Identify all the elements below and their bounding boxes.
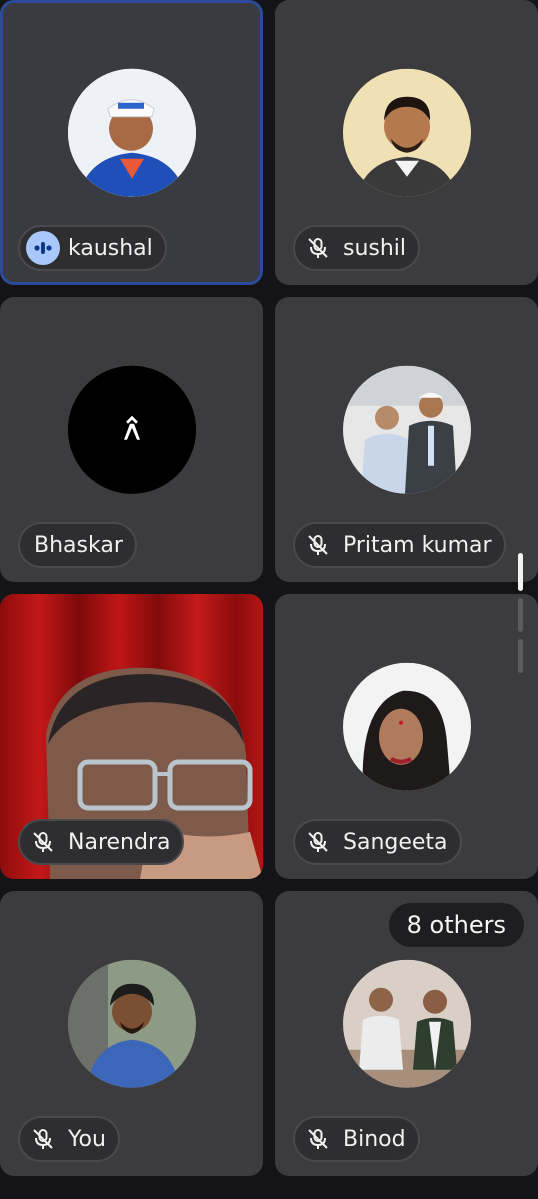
participant-tile-sangeeta[interactable]: Sangeeta xyxy=(275,594,538,879)
participant-name: Sangeeta xyxy=(343,829,448,855)
avatar xyxy=(342,365,471,494)
participant-name: kaushal xyxy=(68,235,153,261)
mic-off-icon xyxy=(26,825,60,859)
participant-tile-narendra[interactable]: Narendra xyxy=(0,594,263,879)
participant-name: Narendra xyxy=(68,829,171,855)
participant-name: Bhaskar xyxy=(34,532,123,558)
participant-name: You xyxy=(68,1126,106,1152)
mic-off-icon xyxy=(301,528,335,562)
scrollbar-track-segment xyxy=(518,639,523,673)
participant-nameplate: sushil xyxy=(293,225,421,271)
scrollbar-thumb[interactable] xyxy=(518,553,523,591)
mic-off-icon xyxy=(301,825,335,859)
mic-off-icon xyxy=(301,231,335,265)
participant-name: Binod xyxy=(343,1126,406,1152)
participant-nameplate: Sangeeta xyxy=(293,819,462,865)
mic-off-icon xyxy=(301,1122,335,1156)
participant-nameplate: Narendra xyxy=(18,819,185,865)
participant-tile-bhaskar[interactable]: Bhaskar xyxy=(0,297,263,582)
participant-nameplate: You xyxy=(18,1116,120,1162)
avatar xyxy=(67,365,196,494)
avatar xyxy=(342,68,471,197)
avatar xyxy=(67,68,196,197)
participant-tile-you[interactable]: You xyxy=(0,891,263,1176)
avatar xyxy=(67,959,196,1088)
participant-nameplate: Bhaskar xyxy=(18,522,137,568)
participant-tile-sushil[interactable]: sushil xyxy=(275,0,538,285)
participant-nameplate: Binod xyxy=(293,1116,420,1162)
participant-nameplate: kaushal xyxy=(18,225,167,271)
participant-tile-kaushal[interactable]: kaushal xyxy=(0,0,263,285)
participant-nameplate: Pritam kumar xyxy=(293,522,506,568)
scrollbar-track-segment xyxy=(518,598,523,632)
participant-tile-pritam-kumar[interactable]: Pritam kumar xyxy=(275,297,538,582)
avatar xyxy=(342,959,471,1088)
mic-off-icon xyxy=(26,1122,60,1156)
avatar xyxy=(342,662,471,791)
participant-name: Pritam kumar xyxy=(343,532,492,558)
participant-name: sushil xyxy=(343,235,407,261)
next-row-partial xyxy=(0,1186,538,1199)
speaking-indicator-icon xyxy=(26,231,60,265)
others-count-badge[interactable]: 8 others xyxy=(388,903,524,947)
participant-tile-binod[interactable]: 8 others Binod xyxy=(275,891,538,1176)
